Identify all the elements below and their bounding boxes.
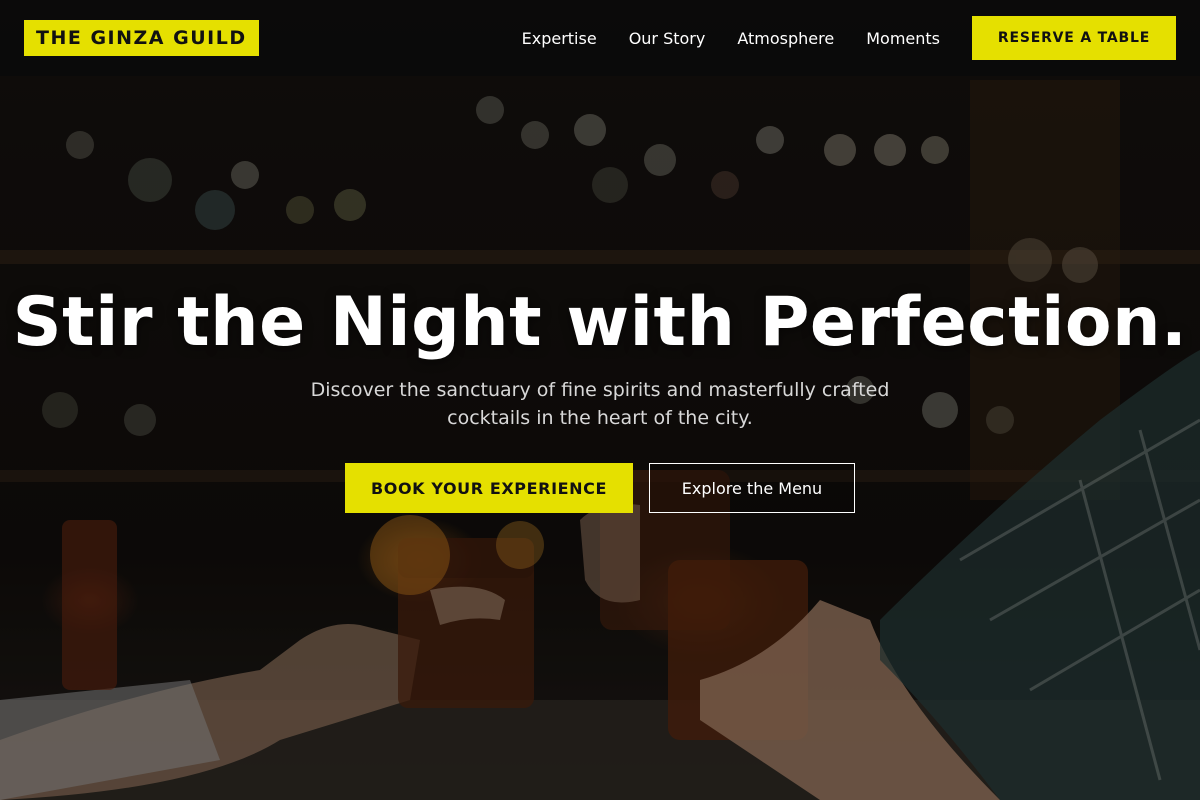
hero-headline: Stir the Night with Perfection.: [12, 283, 1188, 362]
navbar: THE GINZA GUILD Expertise Our Story Atmo…: [0, 0, 1200, 76]
reserve-table-button[interactable]: RESERVE A TABLE: [972, 16, 1176, 60]
nav-link-expertise[interactable]: Expertise: [522, 29, 597, 48]
book-experience-button[interactable]: BOOK YOUR EXPERIENCE: [345, 463, 633, 513]
nav-links: Expertise Our Story Atmosphere Moments: [522, 0, 940, 76]
hero-cta-row: BOOK YOUR EXPERIENCE Explore the Menu: [345, 463, 855, 513]
nav-link-atmosphere[interactable]: Atmosphere: [737, 29, 834, 48]
hero-subtext: Discover the sanctuary of fine spirits a…: [310, 379, 890, 429]
brand-logo[interactable]: THE GINZA GUILD: [24, 20, 259, 56]
hero-section: THE GINZA GUILD Expertise Our Story Atmo…: [0, 0, 1200, 800]
nav-link-our-story[interactable]: Our Story: [629, 29, 706, 48]
nav-link-moments[interactable]: Moments: [866, 29, 940, 48]
explore-menu-button[interactable]: Explore the Menu: [649, 463, 855, 513]
